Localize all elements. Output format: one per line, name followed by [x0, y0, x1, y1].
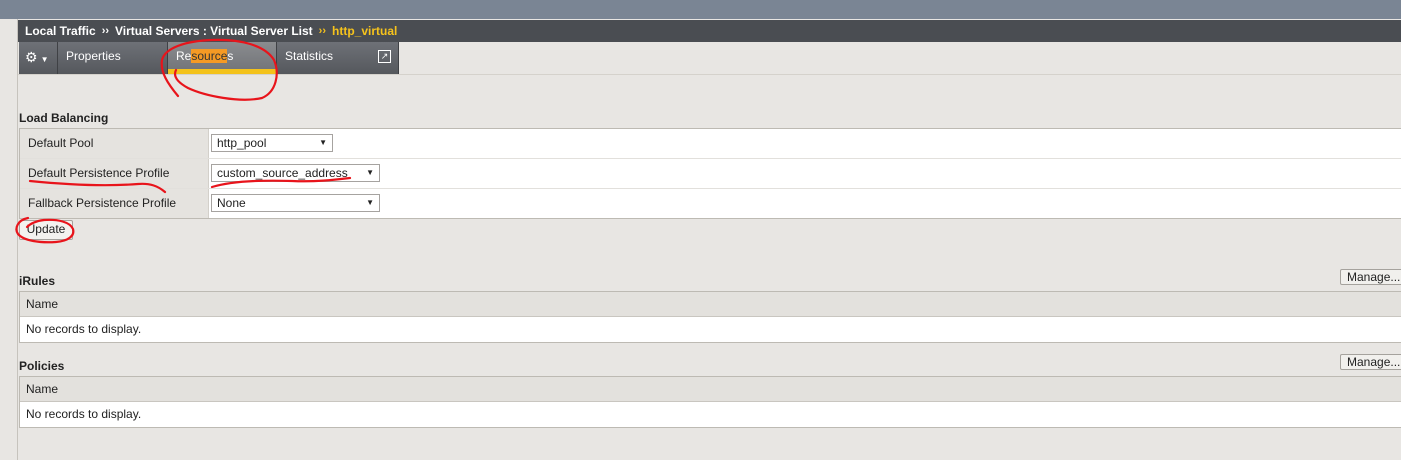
breadcrumb: Local Traffic ›› Virtual Servers : Virtual… — [18, 20, 1401, 42]
irules-name-header[interactable]: Name — [20, 292, 1401, 317]
text-highlight: source — [191, 49, 228, 63]
default-pool-value: http_pool — [217, 136, 267, 150]
policies-manage-button[interactable]: Manage... — [1340, 354, 1401, 370]
top-strip — [0, 0, 1401, 19]
fallback-persistence-select[interactable]: None ▼ — [211, 194, 380, 212]
tab-statistics[interactable]: Statistics ↗ — [277, 42, 399, 74]
chevron-down-icon: ▼ — [366, 198, 374, 207]
tab-properties[interactable]: Properties — [58, 42, 168, 74]
chevron-down-icon: ▼ — [319, 138, 327, 147]
chevron-down-icon: ▼ — [40, 55, 49, 64]
load-balancing-title: Load Balancing — [19, 111, 109, 125]
default-persistence-row: Default Persistence Profile custom_sourc… — [20, 159, 1401, 189]
irules-empty-row: No records to display. — [26, 322, 142, 336]
policies-name-header[interactable]: Name — [20, 377, 1401, 402]
breadcrumb-separator: ›› — [101, 25, 110, 37]
policies-table: Name No records to display. — [19, 376, 1401, 428]
irules-table: Name No records to display. — [19, 291, 1401, 343]
default-pool-row: Default Pool http_pool ▼ — [20, 129, 1401, 159]
tab-gear-menu[interactable]: ⚙ ▼ — [19, 42, 58, 74]
default-persistence-value: custom_source_address — [217, 166, 348, 180]
default-persistence-label: Default Persistence Profile — [20, 159, 209, 188]
load-balancing-table: Default Pool http_pool ▼ Default Persiste… — [19, 128, 1401, 219]
policies-title: Policies — [19, 359, 65, 373]
irules-manage-button[interactable]: Manage... — [1340, 269, 1401, 285]
fallback-persistence-value: None — [217, 196, 246, 210]
breadcrumb-current: http_virtual — [332, 24, 398, 38]
policies-empty-row: No records to display. — [26, 407, 142, 421]
tab-bar: ⚙ ▼ Properties Resources Statistics ↗ — [18, 42, 1401, 75]
default-pool-select[interactable]: http_pool ▼ — [211, 134, 333, 152]
tab-properties-label: Properties — [66, 49, 121, 63]
fallback-persistence-row: Fallback Persistence Profile None ▼ — [20, 189, 1401, 218]
update-button[interactable]: Update — [19, 220, 73, 240]
tab-resources[interactable]: Resources — [168, 42, 277, 74]
breadcrumb-virtual-server-list[interactable]: Virtual Servers : Virtual Server List — [115, 24, 313, 38]
chevron-down-icon: ▼ — [366, 168, 374, 177]
gear-icon: ⚙ — [25, 49, 38, 65]
default-persistence-select[interactable]: custom_source_address ▼ — [211, 164, 380, 182]
irules-title: iRules — [19, 274, 56, 288]
breadcrumb-local-traffic[interactable]: Local Traffic — [25, 24, 96, 38]
fallback-persistence-label: Fallback Persistence Profile — [20, 189, 209, 218]
breadcrumb-separator: ›› — [318, 25, 326, 37]
default-pool-label: Default Pool — [20, 129, 209, 158]
tab-statistics-label: Statistics — [285, 49, 334, 63]
tab-resources-label: Resources — [176, 49, 234, 63]
external-link-icon[interactable]: ↗ — [378, 50, 391, 63]
